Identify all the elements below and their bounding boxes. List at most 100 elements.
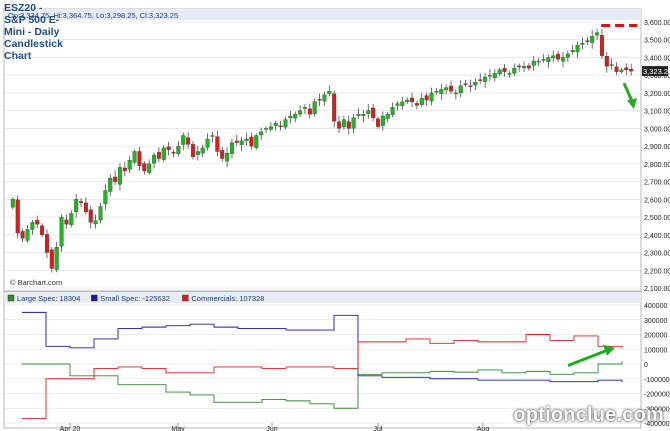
candle-body	[405, 99, 410, 102]
candle-body	[327, 91, 332, 94]
candle-body	[551, 55, 556, 59]
candle-body	[531, 60, 536, 66]
price-tick-label: 3,100.00	[644, 109, 670, 116]
price-tick-label: 3,200.00	[644, 91, 670, 98]
candle-body	[395, 103, 400, 106]
candle-body	[20, 231, 25, 239]
candle-body	[492, 73, 497, 79]
candle-body	[225, 153, 230, 162]
candle-body	[103, 190, 108, 204]
candle-body	[64, 219, 69, 225]
candle-body	[556, 53, 561, 60]
candle-body	[98, 206, 103, 221]
candle-body	[473, 82, 478, 86]
candle-body	[351, 117, 356, 129]
price-tick-label: 2,700.00	[644, 180, 670, 187]
candle-body	[215, 136, 220, 152]
price-panel-frame	[3, 8, 642, 292]
candle-body	[302, 106, 307, 109]
cot-legend: Large Spec: 18304 Small Spec: -125632 Comm…	[7, 294, 264, 303]
candle-body	[361, 114, 366, 116]
candle-body	[10, 199, 15, 208]
date-tick-label: Aug	[477, 426, 490, 431]
candle-body	[88, 209, 93, 223]
candle-body	[385, 114, 390, 119]
candle-body	[341, 119, 346, 127]
candle-body	[283, 119, 288, 128]
candle-body	[502, 68, 507, 72]
date-tick-label: Jul	[374, 426, 383, 431]
candle-body	[478, 79, 483, 81]
legend-label: Large Spec: 18304	[17, 294, 80, 303]
candle-body	[312, 101, 317, 114]
candle-body	[298, 110, 303, 115]
price-tick-label: 2,600.00	[644, 197, 670, 204]
candle-body	[156, 152, 161, 159]
candle-body	[366, 110, 371, 114]
candle-body	[585, 40, 590, 42]
legend-swatch	[7, 294, 15, 302]
candle-body	[497, 69, 502, 75]
candle-body	[337, 121, 342, 129]
candle-body	[419, 98, 424, 105]
candle-body	[410, 97, 415, 102]
cot-tick-label: 300000	[644, 318, 667, 325]
candle-body	[322, 94, 327, 102]
candle-body	[522, 66, 527, 69]
candle-body	[166, 146, 171, 150]
date-tick-label: Apr 20	[60, 426, 81, 431]
watermark-text: optionclue.com	[513, 404, 664, 426]
price-axis: 2,100.00 2,200.00 2,300.00 2,400.00 2,500.00…	[644, 20, 670, 293]
candle-body	[15, 199, 20, 234]
price-tick-label: 3,600.00	[644, 20, 670, 27]
candle-body	[35, 220, 40, 225]
candle-body	[390, 106, 395, 115]
cot-tick-label: -100000	[644, 377, 670, 384]
candle-body	[595, 32, 600, 36]
copyright-label: © Barchart.com	[10, 278, 62, 287]
legend-swatch	[182, 294, 189, 302]
candle-body	[254, 135, 259, 148]
candle-body	[453, 92, 458, 95]
candle-body	[526, 65, 531, 69]
cot-tick-label: 400000	[644, 303, 667, 310]
candle-body	[458, 85, 463, 94]
candle-body	[614, 66, 619, 72]
candle-body	[288, 115, 293, 119]
cot-tick-label: 0	[644, 362, 648, 369]
candle-body	[434, 91, 439, 93]
candle-body	[249, 136, 254, 147]
legend-swatch	[91, 294, 98, 302]
candle-body	[200, 147, 205, 154]
candle-body	[44, 234, 49, 253]
candle-body	[517, 65, 522, 68]
candle-body	[137, 151, 142, 166]
price-tick-label: 2,300.00	[644, 251, 670, 258]
candle-body	[400, 101, 405, 106]
candle-body	[619, 69, 624, 72]
candle-body	[83, 202, 88, 212]
candle-body	[122, 167, 127, 172]
candle-body	[117, 167, 122, 185]
candle-body	[113, 176, 118, 182]
candle-body	[512, 67, 517, 74]
candle-body	[132, 151, 137, 163]
candle-body	[317, 98, 322, 101]
candle-body	[74, 199, 79, 213]
candle-body	[429, 92, 434, 102]
candle-body	[181, 135, 186, 145]
candle-body	[375, 118, 380, 127]
candle-body	[575, 44, 580, 53]
candle-body	[25, 229, 30, 241]
candle-body	[171, 152, 176, 154]
candle-body	[629, 68, 634, 72]
candle-body	[414, 103, 419, 106]
chart-canvas: Op:3,334.75, Hi:3,364.75, Lo:3,298.25, C…	[3, 8, 670, 431]
price-tick-label: 2,400.00	[644, 233, 670, 240]
candle-body	[560, 57, 565, 62]
price-tick-label: 3,000.00	[644, 126, 670, 133]
candle-body	[234, 140, 239, 143]
candle-body	[79, 201, 84, 204]
candle-body	[264, 128, 269, 130]
candle-body	[599, 35, 604, 56]
